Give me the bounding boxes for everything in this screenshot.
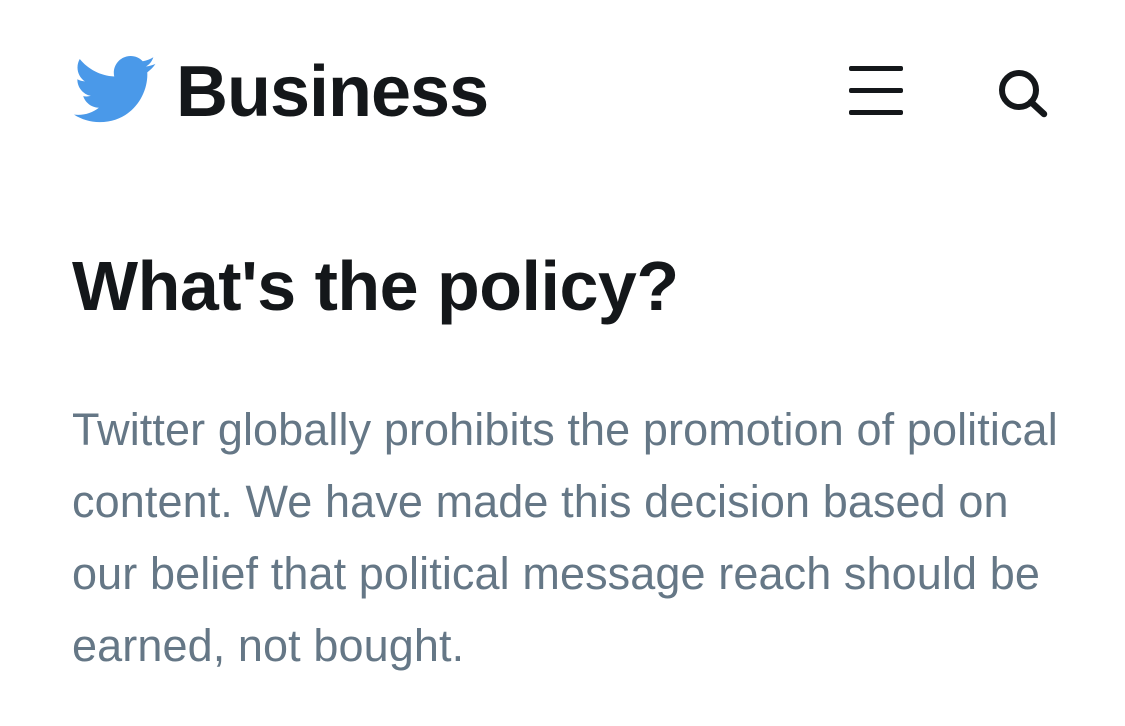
site-header: Business bbox=[0, 0, 1125, 185]
search-icon bbox=[999, 70, 1048, 118]
menu-line bbox=[849, 110, 903, 115]
twitter-bird-icon bbox=[74, 56, 156, 123]
page-title: What's the policy? bbox=[72, 247, 679, 325]
menu-line bbox=[849, 66, 903, 71]
policy-paragraph: Twitter globally prohibits the promotion… bbox=[72, 404, 1058, 671]
brand-title[interactable]: Business bbox=[176, 50, 489, 134]
hamburger-menu-icon[interactable] bbox=[846, 64, 906, 116]
search-button[interactable] bbox=[994, 66, 1052, 120]
menu-line bbox=[849, 88, 903, 93]
twitter-logo-link[interactable] bbox=[74, 56, 156, 124]
